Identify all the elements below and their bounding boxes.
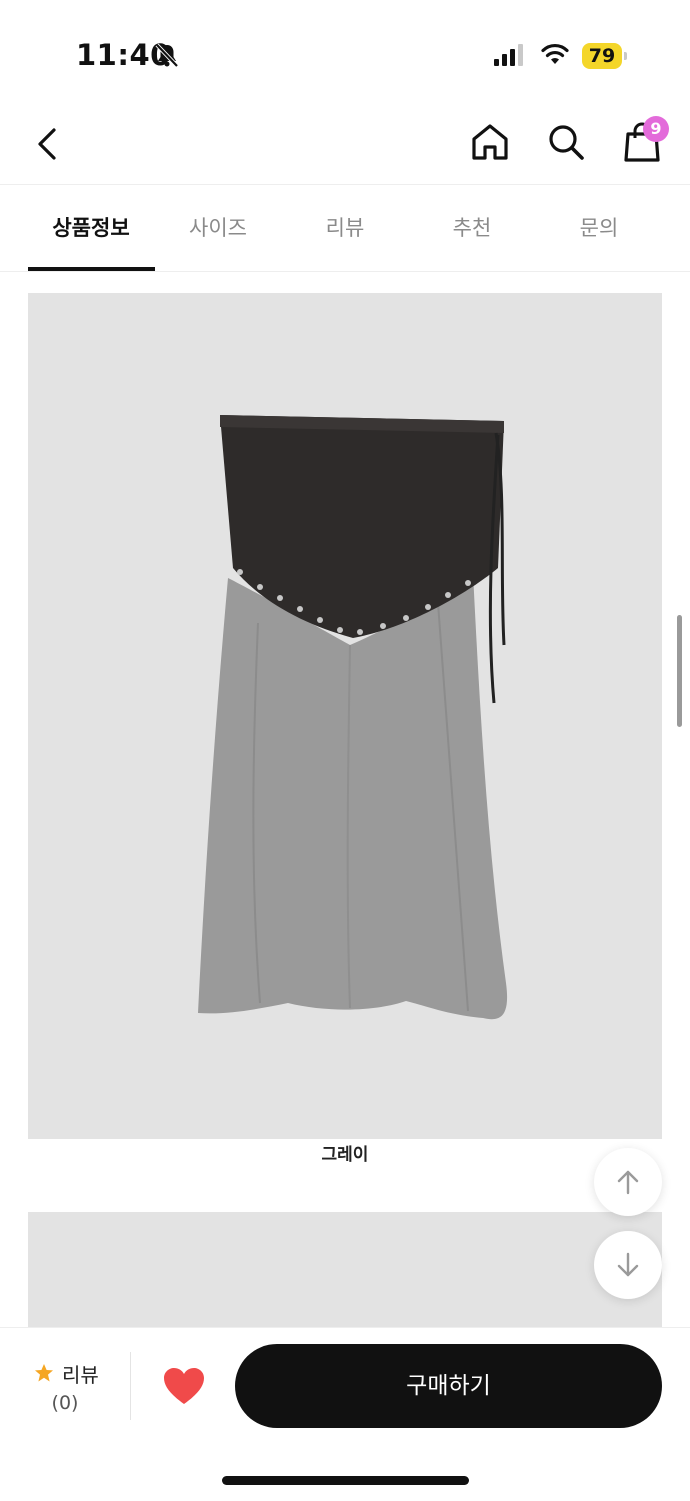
review-count: (0): [51, 1392, 79, 1414]
product-tabs: 상품정보 사이즈 리뷰 추천 문의: [0, 185, 690, 272]
product-image-secondary: [28, 1212, 662, 1342]
star-icon: [35, 1364, 53, 1382]
tab-inquiry[interactable]: 문의: [536, 185, 662, 271]
tab-review[interactable]: 리뷰: [282, 185, 408, 271]
home-indicator: [222, 1476, 469, 1485]
tab-recommend[interactable]: 추천: [409, 185, 535, 271]
buy-button[interactable]: 구매하기: [235, 1344, 662, 1428]
scroll-to-bottom-button[interactable]: [594, 1231, 662, 1299]
scrollbar-thumb[interactable]: [677, 615, 682, 727]
product-image: [28, 293, 662, 1139]
cellular-signal-icon: [494, 44, 523, 66]
active-tab-underline: [28, 267, 155, 271]
status-bar: 11:40 79: [0, 0, 690, 100]
battery-level: 79: [588, 45, 616, 67]
heart-icon[interactable]: [162, 1366, 206, 1406]
arrow-down-icon: [617, 1252, 639, 1277]
review-summary[interactable]: 리뷰 (0): [0, 1328, 130, 1428]
home-icon[interactable]: [468, 120, 512, 164]
bell-muted-icon: [155, 43, 179, 68]
battery-indicator: 79: [582, 43, 628, 69]
divider: [130, 1352, 131, 1420]
battery-cap: [624, 52, 627, 60]
bottom-action-bar: 리뷰 (0) 구매하기: [0, 1327, 690, 1501]
tab-product-info[interactable]: 상품정보: [28, 185, 154, 271]
tab-size[interactable]: 사이즈: [155, 185, 281, 271]
wifi-icon: [541, 43, 569, 64]
scroll-to-top-button[interactable]: [594, 1148, 662, 1216]
cart-count-badge: 9: [643, 116, 669, 142]
top-navigation: [0, 100, 690, 185]
skirt-illustration: [198, 415, 508, 1020]
back-arrow-icon[interactable]: [28, 124, 68, 164]
color-caption: 그레이: [321, 1145, 369, 1165]
search-icon[interactable]: [544, 120, 588, 164]
arrow-up-icon: [617, 1170, 639, 1195]
review-label: 리뷰: [62, 1363, 99, 1387]
